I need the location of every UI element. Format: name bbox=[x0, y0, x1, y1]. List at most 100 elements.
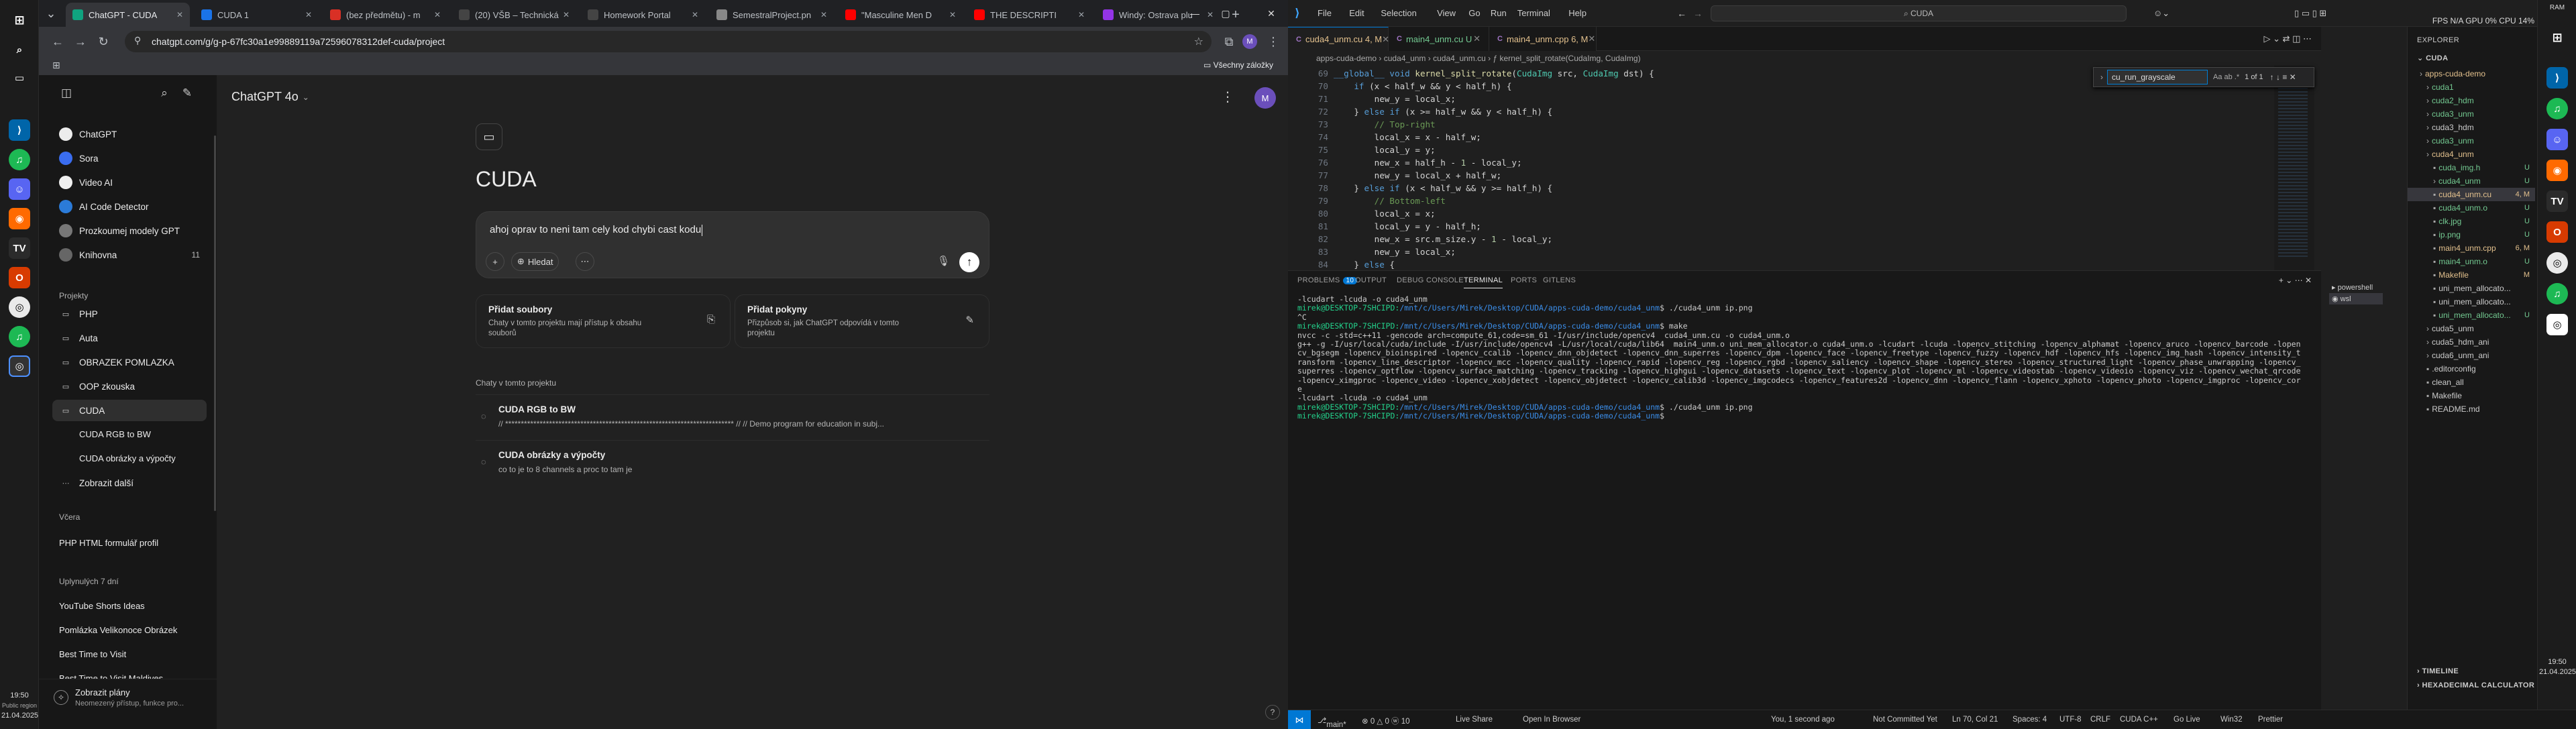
encoding-status[interactable]: UTF-8 bbox=[2059, 716, 2082, 724]
panel-tab-debug-console[interactable]: DEBUG CONSOLE bbox=[1397, 276, 1464, 284]
editor-tab[interactable]: Ccuda4_unm.cu 4, M ✕ bbox=[1288, 27, 1389, 51]
explorer-row[interactable]: ▪ Makefile bbox=[2408, 389, 2535, 402]
command-center-search[interactable]: ⌕ CUDA bbox=[1711, 5, 2127, 21]
panel-tab-ports[interactable]: PORTS bbox=[1511, 276, 1537, 284]
explorer-row[interactable]: ▪ uni_mem_allocato... bbox=[2408, 295, 2535, 309]
editor-actions[interactable]: ▷ ⌄ ⇄ ◫ ⋯ bbox=[2263, 34, 2312, 44]
explorer-row[interactable]: › cuda5_unm bbox=[2408, 322, 2535, 335]
tab-close-icon[interactable]: ✕ bbox=[559, 10, 570, 19]
explorer-row[interactable]: ▪ cuda4_unm.cu 4, M bbox=[2408, 188, 2535, 201]
explorer-row[interactable]: › cuda5_hdm_ani bbox=[2408, 335, 2535, 349]
explorer-row[interactable]: ▪ cuda4_unm.o U bbox=[2408, 201, 2535, 215]
browser-tab[interactable]: THE DESCRIPTI ✕ bbox=[967, 3, 1091, 27]
explorer-row[interactable]: › cuda4_unm bbox=[2408, 148, 2535, 161]
composer-input[interactable]: ahoj oprav to neni tam cely kod chybi ca… bbox=[490, 224, 703, 236]
browser-tab[interactable]: (bez předmětu) - m ✕ bbox=[323, 3, 447, 27]
browser-tab[interactable]: CUDA 1 ✕ bbox=[195, 3, 319, 27]
task-view-icon[interactable]: ▭ bbox=[9, 67, 30, 89]
discord-icon[interactable]: ☺ bbox=[9, 178, 30, 200]
nav-back-icon[interactable]: ← bbox=[1677, 8, 1686, 19]
editor-tab[interactable]: Cmain4_unm.cpp 6, M ✕ bbox=[1489, 27, 1597, 51]
browser-tab[interactable]: (20) VŠB – Technická ✕ bbox=[452, 3, 576, 27]
microphone-icon[interactable]: 🎙 bbox=[937, 255, 950, 267]
menu-item[interactable]: View bbox=[1437, 8, 1456, 18]
send-button[interactable]: ↑ bbox=[959, 252, 979, 272]
find-nav-icons[interactable]: ↑ ↓ ≡ ✕ bbox=[2270, 72, 2296, 82]
panel-tab-output[interactable]: OUTPUT bbox=[1355, 276, 1387, 284]
menu-item[interactable]: Run bbox=[1491, 8, 1507, 18]
forward-button[interactable]: → bbox=[71, 32, 90, 51]
site-info-icon[interactable]: ⚲ bbox=[134, 35, 141, 46]
explorer-root[interactable]: ⌄ CUDA bbox=[2417, 54, 2448, 62]
model-selector[interactable]: ChatGPT 4o ⌄ bbox=[231, 90, 309, 104]
user-avatar[interactable]: M bbox=[1254, 87, 1276, 109]
tab-close-icon[interactable]: ✕ bbox=[816, 10, 827, 19]
spotify-icon-2[interactable]: ♫ bbox=[9, 326, 30, 347]
extensions-icon[interactable]: ⧉ bbox=[1220, 32, 1238, 51]
attach-plus-button[interactable]: + bbox=[486, 252, 504, 271]
indent-status[interactable]: Spaces: 4 bbox=[2012, 716, 2047, 724]
minimize-button[interactable]: — bbox=[1179, 0, 1210, 27]
sidebar-history-chat[interactable]: YouTube Shorts Ideas bbox=[59, 601, 145, 611]
explorer-row[interactable]: › cuda6_unm_ani bbox=[2408, 349, 2535, 362]
explorer-row[interactable]: › cuda3_unm bbox=[2408, 134, 2535, 148]
vscode-taskbar-icon[interactable]: ⟩ bbox=[9, 119, 30, 141]
find-widget[interactable]: › cu_run_grayscale Aa ab .* 1 of 1 ↑ ↓ ≡… bbox=[2093, 67, 2314, 87]
problems-status[interactable]: ⊗ 0 △ 0 ⓦ 10 bbox=[1362, 716, 1410, 726]
tab-close-icon[interactable]: ✕ bbox=[301, 10, 312, 19]
sidebar-scrollbar[interactable] bbox=[214, 135, 216, 511]
search-web-button[interactable]: ⊕ Hledat bbox=[511, 252, 559, 271]
nav-forward-icon[interactable]: → bbox=[1693, 8, 1703, 19]
explorer-row[interactable]: ▪ Makefile M bbox=[2408, 268, 2535, 282]
sidebar-project[interactable]: ▭ CUDA bbox=[52, 400, 207, 421]
reload-button[interactable]: ↻ bbox=[94, 32, 113, 51]
find-options[interactable]: Aa ab .* bbox=[2213, 73, 2239, 81]
platform-status[interactable]: Win32 bbox=[2220, 716, 2243, 724]
search-chats-icon[interactable]: ⌕ bbox=[157, 86, 172, 101]
tradingview-icon[interactable]: TV bbox=[9, 237, 30, 259]
prettier-status[interactable]: Prettier bbox=[2258, 716, 2283, 724]
menu-item[interactable]: Selection bbox=[1381, 8, 1416, 18]
sidebar-item[interactable]: ChatGPT bbox=[52, 123, 207, 145]
sidebar-project[interactable]: ▭ OBRAZEK POMLAZKA bbox=[52, 351, 207, 373]
commit-status[interactable]: Not Committed Yet bbox=[1873, 716, 1937, 724]
sidebar-history-chat[interactable]: PHP HTML formulář profil bbox=[59, 538, 158, 548]
tradingview-icon[interactable]: TV bbox=[2546, 190, 2568, 212]
explorer-row[interactable]: › cuda3_unm bbox=[2408, 107, 2535, 121]
sidebar-project[interactable]: ▭ Auta bbox=[52, 327, 207, 349]
windows-start-icon[interactable]: ⊞ bbox=[9, 9, 30, 31]
panel-actions[interactable]: + ⌄ ⋯ ✕ bbox=[2279, 276, 2312, 285]
branch-status[interactable]: ⎇ main* bbox=[1318, 716, 1346, 729]
more-options-icon[interactable]: ⋮ bbox=[1221, 89, 1234, 105]
bookmark-star-icon[interactable]: ☆ bbox=[1194, 35, 1203, 48]
menu-item[interactable]: Terminal bbox=[1517, 8, 1550, 18]
minimap[interactable] bbox=[2274, 66, 2314, 270]
project-chat-row[interactable]: ◌ CUDA obrázky a výpočty co to je to 8 c… bbox=[476, 440, 989, 486]
sidebar-toggle-icon[interactable]: ◫ bbox=[59, 86, 74, 101]
app-orange-icon[interactable]: ◉ bbox=[9, 208, 30, 229]
show-more-button[interactable]: ⋯ Zobrazit další bbox=[52, 472, 207, 494]
chrome-menu-icon[interactable]: ⋮ bbox=[1264, 32, 1283, 51]
explorer-row[interactable]: ▪ uni_mem_allocato... bbox=[2408, 282, 2535, 295]
explorer-row[interactable]: ▪ .editorconfig bbox=[2408, 362, 2535, 376]
explorer-row[interactable]: › cuda3_hdm bbox=[2408, 121, 2535, 134]
code-editor[interactable]: 69 __global__ void kernel_split_rotate(Cu… bbox=[1288, 66, 2321, 270]
sidebar-project-chat[interactable]: CUDA RGB to BW bbox=[79, 429, 151, 439]
open-in-browser-status[interactable]: Open In Browser bbox=[1523, 716, 1580, 724]
sidebar-item[interactable]: Knihovna 11 bbox=[52, 244, 207, 266]
sidebar-item[interactable]: Video AI bbox=[52, 172, 207, 193]
back-button[interactable]: ← bbox=[48, 32, 67, 51]
git-blame-status[interactable]: You, 1 second ago bbox=[1771, 716, 1835, 724]
tools-more-button[interactable]: ⋯ bbox=[576, 252, 594, 271]
explorer-row[interactable]: › cuda4_unm U bbox=[2408, 174, 2535, 188]
spotify-icon[interactable]: ♫ bbox=[9, 149, 30, 170]
tab-close-icon[interactable]: ✕ bbox=[430, 10, 441, 19]
sidebar-item[interactable]: Prozkoumej modely GPT bbox=[52, 220, 207, 241]
browser-tab[interactable]: Homework Portal ✕ bbox=[581, 3, 705, 27]
remote-indicator-icon[interactable]: ⋈ bbox=[1288, 710, 1311, 729]
explorer-row[interactable]: ▪ clean_all bbox=[2408, 376, 2535, 389]
cursor-position-status[interactable]: Ln 70, Col 21 bbox=[1952, 716, 1998, 724]
tab-close-icon[interactable]: ✕ bbox=[688, 10, 698, 19]
clock-right[interactable]: 19:50 21.04.2025 bbox=[2539, 657, 2576, 677]
discord-icon[interactable]: ☺ bbox=[2546, 129, 2568, 150]
